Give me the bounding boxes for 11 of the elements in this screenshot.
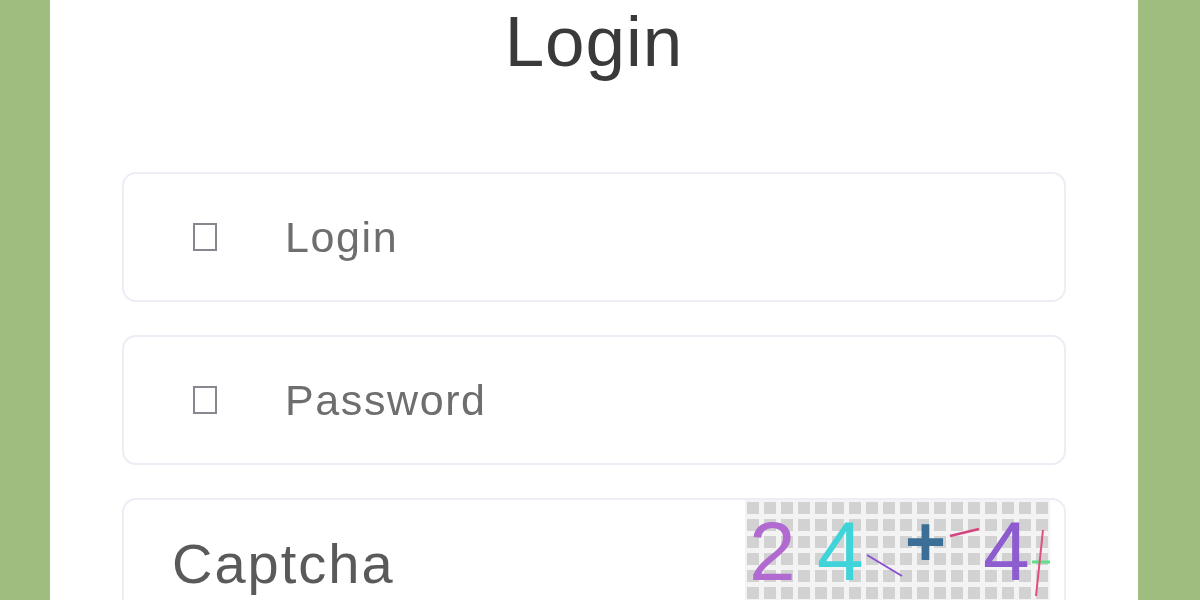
captcha-character: 2 <box>749 504 796 598</box>
square-icon <box>193 223 217 251</box>
square-icon <box>193 386 217 414</box>
password-field[interactable]: Password <box>122 335 1066 465</box>
captcha-character: 4 <box>817 504 864 598</box>
login-title: Login <box>503 1 685 83</box>
captcha-character: + <box>905 503 946 581</box>
noise-line <box>949 527 980 538</box>
login-field[interactable]: Login <box>122 172 1066 302</box>
noise-line <box>866 554 903 577</box>
captcha-character: 4 <box>983 504 1030 598</box>
